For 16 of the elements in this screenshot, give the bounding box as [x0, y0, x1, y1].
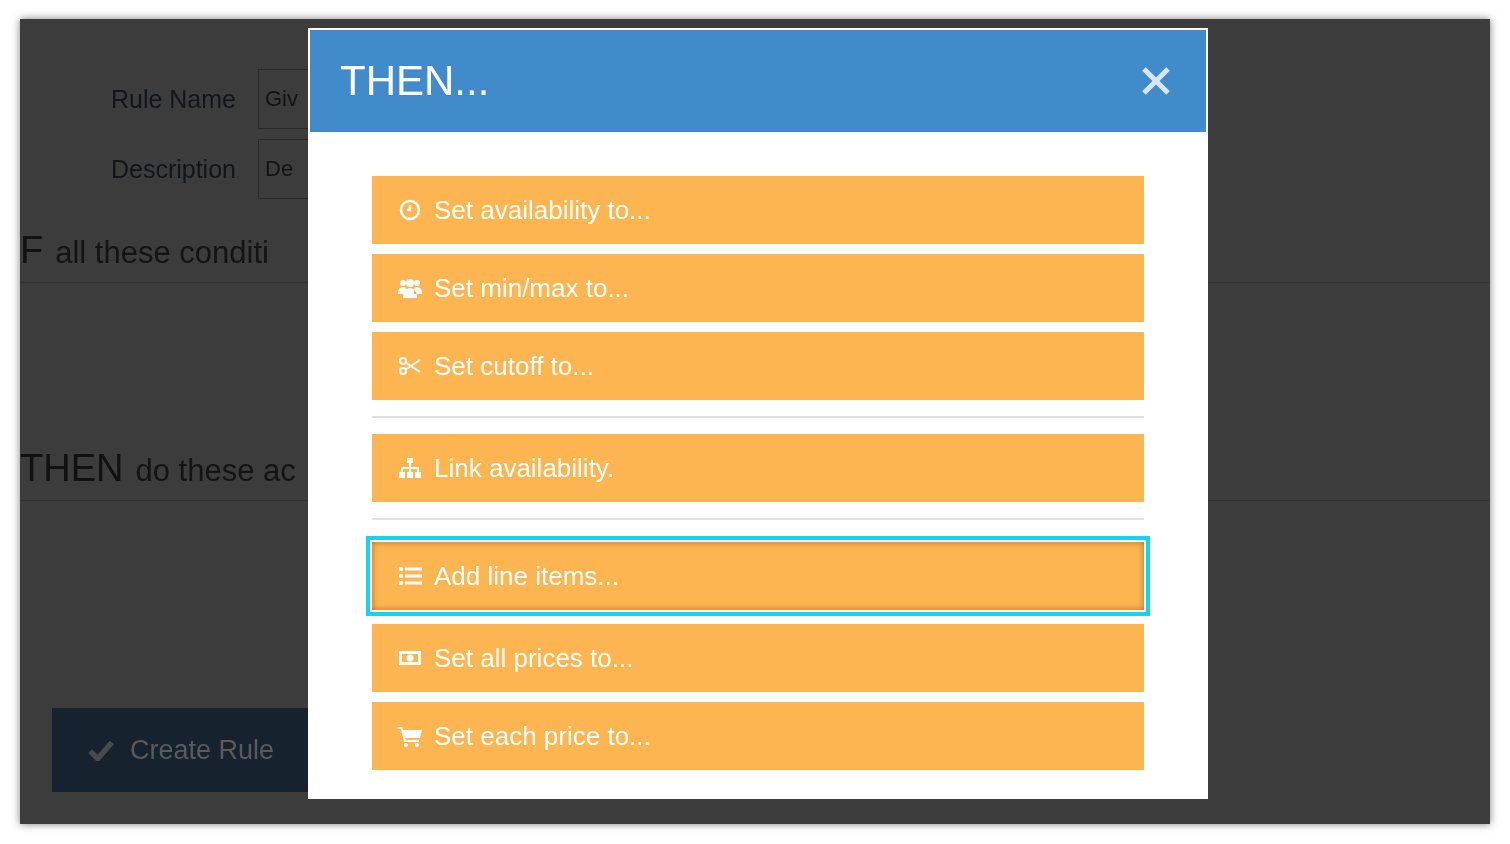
- cart-icon: [398, 724, 422, 748]
- action-button[interactable]: Set all prices to...: [372, 624, 1144, 692]
- action-button[interactable]: Set each price to...: [372, 702, 1144, 770]
- checkmark-icon: [88, 739, 114, 761]
- action-button[interactable]: Set availability to...: [372, 176, 1144, 244]
- people-icon: [398, 276, 422, 300]
- action-button[interactable]: Set min/max to...: [372, 254, 1144, 322]
- create-rule-button[interactable]: Create Rule: [52, 708, 308, 792]
- scissors-icon: [398, 354, 422, 378]
- clock-icon: [398, 198, 422, 222]
- action-button[interactable]: Link availability.: [372, 434, 1144, 502]
- close-icon[interactable]: [1141, 66, 1171, 96]
- sitemap-icon: [398, 456, 422, 480]
- action-button[interactable]: Set cutoff to...: [372, 332, 1144, 400]
- modal-title: THEN...: [340, 57, 490, 105]
- list-icon: [398, 564, 422, 588]
